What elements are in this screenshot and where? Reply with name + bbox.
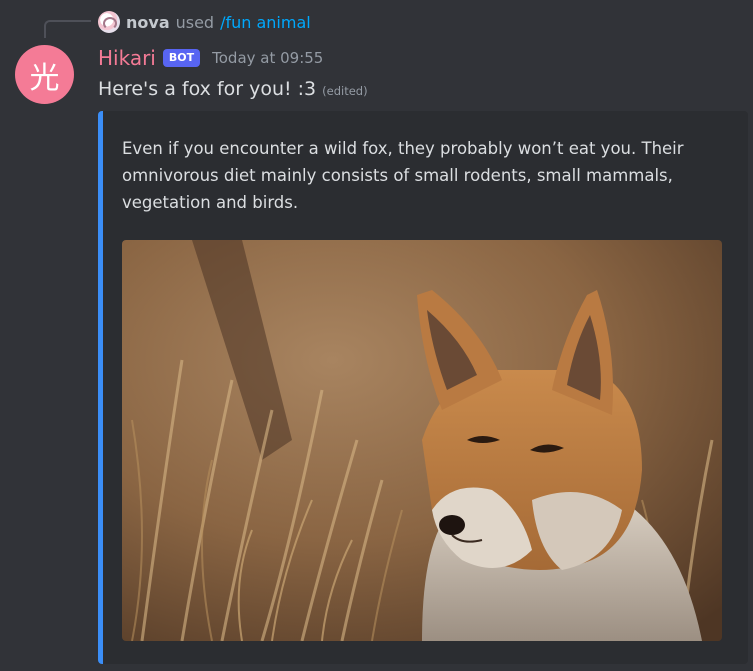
command-use-line[interactable]: nova used /fun animal [98, 11, 311, 33]
chat-message: nova used /fun animal 光 Hikari BOT Today… [0, 0, 753, 671]
reply-connector [44, 20, 91, 38]
embed-card: Even if you encounter a wild fox, they p… [98, 111, 748, 664]
avatar-glyph: 光 [29, 60, 60, 96]
embed-image[interactable] [122, 240, 722, 641]
slash-command-link[interactable]: /fun animal [220, 13, 311, 32]
user-avatar-small[interactable] [98, 11, 120, 33]
edited-label: (edited) [322, 84, 368, 98]
message-text: Here's a fox for you! :3 [98, 78, 317, 100]
message-content: Here's a fox for you! :3 (edited) [98, 78, 368, 104]
message-timestamp[interactable]: Today at 09:55 [212, 49, 323, 67]
bot-badge: BOT [162, 49, 201, 67]
embed-description: Even if you encounter a wild fox, they p… [122, 139, 684, 212]
fox-image [122, 240, 722, 641]
author-username[interactable]: Hikari [98, 46, 156, 70]
command-used-label: used [175, 12, 215, 32]
bot-avatar[interactable]: 光 [15, 45, 74, 104]
command-user-name[interactable]: nova [126, 13, 170, 32]
message-header: Hikari BOT Today at 09:55 [98, 44, 323, 72]
